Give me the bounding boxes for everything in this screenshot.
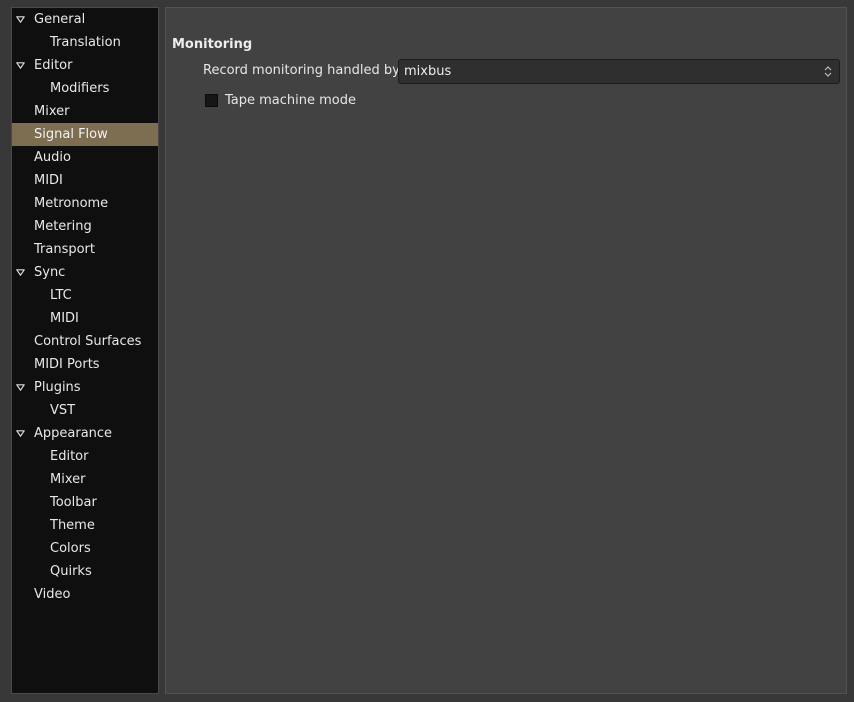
triangle-down-icon[interactable] (14, 54, 26, 77)
sidebar-item-mixer[interactable]: Mixer (12, 468, 158, 491)
sidebar-item-label: Plugins (34, 380, 81, 395)
section-title-monitoring: Monitoring (172, 37, 253, 52)
sidebar-item-video[interactable]: Video (12, 583, 158, 606)
sidebar-item-label: Transport (34, 242, 96, 257)
sidebar-item-label: Audio (34, 150, 71, 165)
sidebar-item-midi-ports[interactable]: MIDI Ports (12, 353, 158, 376)
sidebar-item-label: MIDI Ports (34, 357, 100, 372)
sidebar-item-modifiers[interactable]: Modifiers (12, 77, 158, 100)
sidebar-item-label: Toolbar (50, 495, 97, 510)
sidebar-item-label: Quirks (50, 564, 92, 579)
sidebar-item-label: Editor (50, 449, 89, 464)
sidebar-item-label: Video (34, 587, 71, 602)
sidebar-item-metronome[interactable]: Metronome (12, 192, 158, 215)
sidebar-item-label: Signal Flow (34, 127, 108, 142)
sidebar-item-label: Colors (50, 541, 91, 556)
sidebar-item-label: MIDI (34, 173, 63, 188)
sidebar-item-mixer[interactable]: Mixer (12, 100, 158, 123)
triangle-down-icon[interactable] (14, 261, 26, 284)
triangle-down-icon[interactable] (14, 376, 26, 399)
sidebar-item-editor[interactable]: Editor (12, 54, 158, 77)
sidebar-item-label: Control Surfaces (34, 334, 142, 349)
sidebar-item-metering[interactable]: Metering (12, 215, 158, 238)
chevron-updown-icon (824, 66, 832, 77)
sidebar-item-transport[interactable]: Transport (12, 238, 158, 261)
sidebar-item-quirks[interactable]: Quirks (12, 560, 158, 583)
sidebar-item-label: Metronome (34, 196, 109, 211)
sidebar-item-vst[interactable]: VST (12, 399, 158, 422)
sidebar-item-midi[interactable]: MIDI (12, 307, 158, 330)
preferences-window: General Translation Editor Modifiers Mixer Si… (0, 0, 854, 702)
record-monitoring-value: mixbus (404, 64, 452, 79)
sidebar-item-signal-flow[interactable]: Signal Flow (12, 123, 158, 146)
sidebar-item-label: VST (50, 403, 76, 418)
sidebar-item-label: Editor (34, 58, 73, 73)
sidebar-item-label: Sync (34, 265, 66, 280)
sidebar-item-label: LTC (50, 288, 72, 303)
record-monitoring-select[interactable]: mixbus (398, 59, 840, 84)
sidebar-item-label: Appearance (34, 426, 113, 441)
triangle-down-icon[interactable] (14, 422, 26, 445)
sidebar-item-colors[interactable]: Colors (12, 537, 158, 560)
preferences-content: Monitoring Record monitoring handled by:… (165, 7, 847, 694)
sidebar-item-label: MIDI (50, 311, 79, 326)
sidebar-item-theme[interactable]: Theme (12, 514, 158, 537)
sidebar-item-translation[interactable]: Translation (12, 31, 158, 54)
tape-machine-mode-checkbox[interactable] (205, 94, 218, 107)
sidebar-item-label: Mixer (34, 104, 70, 119)
record-monitoring-label: Record monitoring handled by: (203, 63, 404, 78)
sidebar-item-label: Theme (50, 518, 95, 533)
sidebar-item-label: Mixer (50, 472, 86, 487)
sidebar-item-label: Modifiers (50, 81, 110, 96)
tape-machine-mode-label: Tape machine mode (225, 93, 357, 108)
sidebar-item-audio[interactable]: Audio (12, 146, 158, 169)
preferences-sidebar[interactable]: General Translation Editor Modifiers Mixer Si… (11, 7, 159, 694)
sidebar-item-ltc[interactable]: LTC (12, 284, 158, 307)
sidebar-item-control-surfaces[interactable]: Control Surfaces (12, 330, 158, 353)
sidebar-item-label: General (34, 12, 86, 27)
sidebar-item-sync[interactable]: Sync (12, 261, 158, 284)
sidebar-item-editor[interactable]: Editor (12, 445, 158, 468)
sidebar-item-toolbar[interactable]: Toolbar (12, 491, 158, 514)
sidebar-item-label: Metering (34, 219, 92, 234)
sidebar-item-general[interactable]: General (12, 8, 158, 31)
sidebar-item-midi[interactable]: MIDI (12, 169, 158, 192)
sidebar-item-appearance[interactable]: Appearance (12, 422, 158, 445)
sidebar-item-plugins[interactable]: Plugins (12, 376, 158, 399)
triangle-down-icon[interactable] (14, 8, 26, 31)
sidebar-item-label: Translation (50, 35, 121, 50)
